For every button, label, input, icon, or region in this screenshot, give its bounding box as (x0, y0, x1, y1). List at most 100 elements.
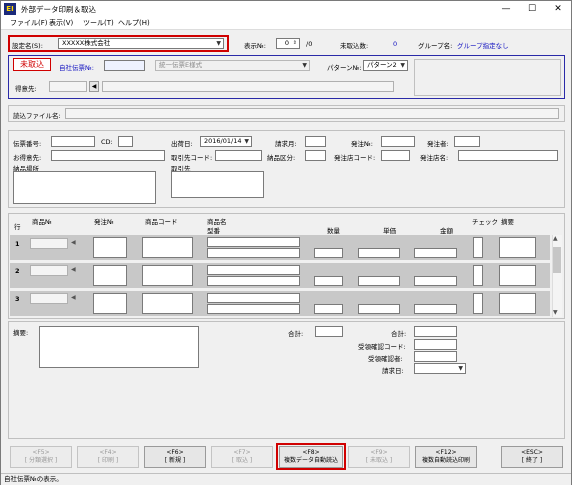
amount-cell[interactable] (414, 304, 457, 314)
chevron-down-icon: ▼ (400, 62, 405, 69)
order-no-cell[interactable] (93, 237, 127, 258)
f12-label: 複数自動読込印刷 (421, 456, 470, 464)
f4-label: [ 印刷 ] (97, 456, 119, 464)
col-amount: 金額 (440, 227, 453, 235)
amount-cell[interactable] (414, 276, 457, 286)
quantity-cell[interactable] (314, 304, 343, 314)
total-quantity-field[interactable] (315, 326, 343, 337)
order-shop-code-label: 発注店コード: (334, 154, 376, 162)
scroll-up-icon[interactable]: ▲ (553, 235, 558, 242)
pattern-select[interactable]: パターン2 ▼ (363, 60, 408, 71)
col-model: 型番 (207, 227, 220, 235)
unit-price-cell[interactable] (358, 304, 400, 314)
order-shop-name-field[interactable] (458, 150, 558, 161)
f5-label: [ 分類選択 ] (24, 456, 58, 464)
slip-no-label: 伝票番号: (13, 140, 42, 148)
customer-slip-label: お得意先: (13, 154, 42, 162)
order-no-cell[interactable] (93, 265, 127, 286)
menu-help[interactable]: ヘルプ(H) (118, 18, 150, 28)
col-quantity: 数量 (327, 227, 340, 235)
delivery-place-field[interactable] (13, 171, 156, 204)
format-value: 統一伝票E様式 (159, 61, 203, 69)
customer-label: 得意先: (15, 85, 37, 93)
order-no-cell[interactable] (93, 293, 127, 314)
lookup-icon[interactable]: ◀ (71, 239, 76, 246)
scroll-thumb[interactable] (553, 247, 561, 273)
customer-slip-field[interactable] (51, 150, 165, 161)
unit-price-cell[interactable] (358, 248, 400, 258)
quantity-cell[interactable] (314, 276, 343, 286)
minimize-button[interactable]: — (493, 2, 519, 16)
esc-exit-button[interactable]: <ESC> [ 終了 ] (501, 446, 563, 468)
check-cell[interactable] (473, 293, 483, 314)
close-button[interactable]: ✕ (545, 2, 571, 16)
display-no-value: 0 (284, 39, 289, 47)
f8-label: 複数データ自動読込 (283, 456, 338, 464)
slip-no-field[interactable] (51, 136, 95, 147)
order-no-field[interactable] (381, 136, 415, 147)
billing-date-picker[interactable]: ▼ (414, 363, 466, 374)
cd-field[interactable] (118, 136, 133, 147)
receive-person-field[interactable] (414, 351, 457, 362)
quantity-cell[interactable] (314, 248, 343, 258)
f9-label: [ 未取込 ] (365, 456, 393, 464)
trade-code-label: 取引先コード: (171, 154, 213, 162)
remarks-cell[interactable] (499, 293, 536, 314)
model-cell[interactable] (207, 248, 300, 258)
remarks-cell[interactable] (499, 237, 536, 258)
f8-multi-auto-read-button[interactable]: <F8> 複数データ自動読込 (279, 446, 343, 468)
model-cell[interactable] (207, 276, 300, 286)
f6-label: [ 新規 ] (164, 456, 186, 464)
product-name-cell[interactable] (207, 265, 300, 275)
company-slip-field[interactable] (104, 60, 145, 71)
billing-month-field[interactable] (305, 136, 326, 147)
lookup-icon[interactable]: ◀ (89, 81, 99, 92)
order-no-label: 発注№: (351, 140, 373, 148)
product-code-cell[interactable] (142, 293, 193, 314)
delivery-class-label: 納品区分: (267, 154, 296, 162)
trade-code-field[interactable] (215, 150, 262, 161)
product-no-field (30, 293, 68, 304)
ship-date-picker[interactable]: 2016/01/14 ▼ (200, 136, 252, 147)
check-cell[interactable] (473, 265, 483, 286)
product-code-cell[interactable] (142, 237, 193, 258)
col-remarks: 摘要 (501, 218, 514, 226)
check-cell[interactable] (473, 237, 483, 258)
f6-new-button[interactable]: <F6> [ 新規 ] (144, 446, 206, 468)
product-name-cell[interactable] (207, 293, 300, 303)
receive-code-field[interactable] (414, 339, 457, 350)
row-number: 3 (15, 295, 20, 303)
setting-select[interactable]: XXXXX株式会社 ▼ (58, 38, 224, 49)
delivery-class-field[interactable] (305, 150, 326, 161)
product-code-cell[interactable] (142, 265, 193, 286)
remarks-label: 摘要: (13, 329, 29, 337)
unread-label: 未取込数: (340, 42, 369, 50)
remarks-cell[interactable] (499, 265, 536, 286)
col-order-no: 発注№ (94, 218, 114, 226)
unit-price-cell[interactable] (358, 276, 400, 286)
maximize-button[interactable]: ☐ (519, 2, 545, 16)
orderer-field[interactable] (454, 136, 480, 147)
total-label-1: 合計: (288, 330, 304, 338)
trade-partner-field[interactable] (171, 171, 264, 198)
total-amount-field[interactable] (414, 326, 457, 337)
display-no-stepper[interactable]: 0 ⇕ (276, 38, 300, 49)
remarks-field[interactable] (39, 326, 199, 368)
amount-cell[interactable] (414, 248, 457, 258)
menu-tools[interactable]: ツール(T) (83, 18, 114, 28)
product-name-cell[interactable] (207, 237, 300, 247)
scroll-down-icon[interactable]: ▼ (553, 309, 558, 316)
menu-view[interactable]: 表示(V) (49, 18, 73, 28)
order-shop-code-field[interactable] (381, 150, 410, 161)
display-total: /0 (306, 40, 313, 48)
f8-key: <F8> (302, 449, 320, 456)
orderer-label: 発注者: (427, 140, 449, 148)
lookup-icon[interactable]: ◀ (71, 294, 76, 301)
lookup-icon[interactable]: ◀ (71, 266, 76, 273)
menu-file[interactable]: ファイル(F) (10, 18, 48, 28)
unread-value: 0 (393, 40, 398, 48)
ship-date-label: 出荷日: (171, 140, 193, 148)
model-cell[interactable] (207, 304, 300, 314)
f12-multi-read-print-button[interactable]: <F12> 複数自動読込印刷 (415, 446, 477, 468)
format-select: 統一伝票E様式 ▼ (155, 60, 310, 71)
